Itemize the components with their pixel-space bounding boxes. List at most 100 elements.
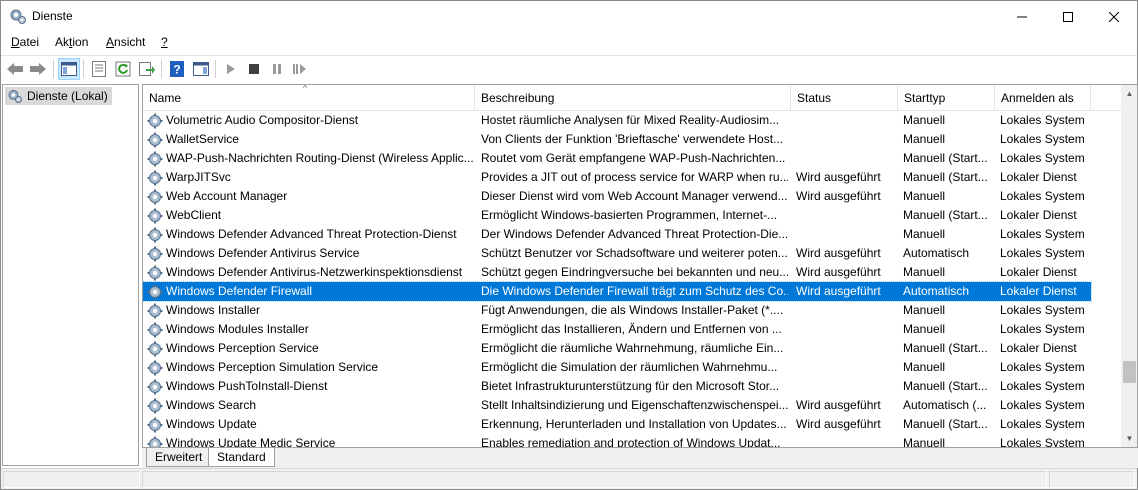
service-status <box>796 130 896 149</box>
export-list-button[interactable] <box>136 58 158 80</box>
service-status <box>796 206 896 225</box>
minimize-button[interactable] <box>999 1 1045 32</box>
service-description: Erkennung, Herunterladen und Installatio… <box>481 417 787 431</box>
service-name-cell: Windows Defender Antivirus-Netzwerkinspe… <box>147 263 477 282</box>
refresh-icon <box>115 61 131 77</box>
menu-file[interactable]: Datei <box>11 35 39 49</box>
service-row[interactable]: Windows Defender Antivirus-Netzwerkinspe… <box>143 263 1091 282</box>
column-header-name[interactable]: Name <box>143 85 475 111</box>
service-log-on-as: Lokales System <box>1000 322 1085 336</box>
service-row[interactable]: Windows Defender Antivirus Service Schütz… <box>143 244 1091 263</box>
service-name: Web Account Manager <box>166 189 288 203</box>
service-row[interactable]: Volumetric Audio Compositor-Dienst Hostet… <box>143 111 1091 130</box>
service-row[interactable]: Windows Defender Advanced Threat Protect… <box>143 225 1091 244</box>
pause-service-button[interactable] <box>266 58 288 80</box>
service-row[interactable]: Windows PushToInstall-Dienst Bietet Infra… <box>143 377 1091 396</box>
service-row[interactable]: WarpJITSvc Provides a JIT out of process … <box>143 168 1091 187</box>
service-log-on-as: Lokales System <box>1000 398 1085 412</box>
service-gear-icon <box>147 265 163 280</box>
service-log-on-as: Lokales System <box>1000 246 1085 260</box>
service-name: Windows Modules Installer <box>166 322 309 336</box>
restart-service-button[interactable] <box>289 58 311 80</box>
show-hide-console-tree-button[interactable] <box>58 58 80 80</box>
service-log-on-as: Lokales System <box>1000 360 1085 374</box>
service-row[interactable]: Windows Update Medic Service Enables reme… <box>143 434 1091 447</box>
tree-item-services-local[interactable]: Dienste (Lokal) <box>5 87 112 105</box>
column-header-startup-type[interactable]: Starttyp <box>898 85 995 111</box>
help-button[interactable]: ? <box>166 58 188 80</box>
service-row[interactable]: WebClient Ermöglicht Windows-basierten Pr… <box>143 206 1091 225</box>
service-startup-type: Automatisch (... <box>903 398 987 412</box>
scroll-down-icon[interactable]: ▼ <box>1121 430 1137 447</box>
close-button[interactable] <box>1091 1 1137 32</box>
back-button[interactable] <box>4 58 26 80</box>
service-row[interactable]: Windows Perception Simulation Service Erm… <box>143 358 1091 377</box>
service-status: Wird ausgeführt <box>796 265 881 279</box>
service-startup-type: Manuell (Start... <box>903 151 988 165</box>
service-row[interactable]: Windows Update Erkennung, Herunterladen u… <box>143 415 1091 434</box>
service-gear-icon <box>147 170 163 185</box>
tab-standard[interactable]: Standard <box>208 448 275 467</box>
service-description: Routet vom Gerät empfangene WAP-Push-Nac… <box>481 151 786 165</box>
menu-help[interactable]: ? <box>161 35 168 49</box>
service-name: Windows Perception Simulation Service <box>166 360 379 374</box>
service-log-on-as: Lokales System <box>1000 436 1085 447</box>
service-gear-icon <box>147 322 163 337</box>
column-header-status[interactable]: Status <box>791 85 898 111</box>
menu-action[interactable]: Aktion <box>55 35 88 49</box>
window-title: Dienste <box>32 9 73 23</box>
forward-button[interactable] <box>27 58 49 80</box>
stop-icon <box>249 64 259 74</box>
tab-extended[interactable]: Erweitert <box>146 448 212 467</box>
column-header-log-on-as[interactable]: Anmelden als <box>995 85 1091 111</box>
view-tabs: Erweitert Standard <box>142 448 1138 468</box>
service-name-cell: Volumetric Audio Compositor-Dienst <box>147 111 477 130</box>
stop-service-button[interactable] <box>243 58 265 80</box>
service-row[interactable]: Windows Search Stellt Inhaltsindizierung … <box>143 396 1091 415</box>
service-log-on-as: Lokales System <box>1000 303 1085 317</box>
service-description: Die Windows Defender Firewall trägt zum … <box>481 284 788 298</box>
service-gear-icon <box>147 113 163 128</box>
service-row[interactable]: Windows Modules Installer Ermöglicht das … <box>143 320 1091 339</box>
service-status <box>796 149 896 168</box>
properties-button[interactable] <box>88 58 110 80</box>
show-action-pane-button[interactable] <box>190 58 212 80</box>
menu-view[interactable]: Ansicht <box>106 35 145 49</box>
forward-arrow-icon <box>30 63 46 75</box>
service-name: WarpJITSvc <box>166 170 231 184</box>
service-startup-type: Automatisch <box>903 284 970 298</box>
properties-icon <box>92 61 106 77</box>
service-startup-type: Manuell (Start... <box>903 341 988 355</box>
scrollbar-thumb[interactable] <box>1123 361 1136 383</box>
service-row[interactable]: WAP-Push-Nachrichten Routing-Dienst (Wir… <box>143 149 1091 168</box>
service-status: Wird ausgeführt <box>796 189 881 203</box>
vertical-scrollbar[interactable]: ▲ ▼ <box>1121 85 1137 447</box>
service-startup-type: Manuell <box>903 265 946 279</box>
service-name-cell: Windows Update Medic Service <box>147 434 477 447</box>
refresh-button[interactable] <box>112 58 134 80</box>
scroll-up-icon[interactable]: ▲ <box>1121 85 1137 102</box>
action-pane-icon <box>193 62 209 76</box>
pause-icon <box>273 64 281 74</box>
service-log-on-as: Lokaler Dienst <box>1000 208 1077 222</box>
column-header-description[interactable]: Beschreibung <box>475 85 791 111</box>
start-service-button[interactable] <box>220 58 242 80</box>
service-row[interactable]: Windows Perception Service Ermöglicht die… <box>143 339 1091 358</box>
service-status <box>796 377 896 396</box>
service-gear-icon <box>147 132 163 147</box>
toolbar-separator <box>83 60 84 78</box>
service-status <box>796 111 896 130</box>
service-name-cell: Windows Defender Advanced Threat Protect… <box>147 225 477 244</box>
service-row[interactable]: Windows Defender Firewall Die Windows Def… <box>143 281 1092 302</box>
service-name: Windows Installer <box>166 303 261 317</box>
service-log-on-as: Lokales System <box>1000 227 1085 241</box>
service-status: Wird ausgeführt <box>796 417 881 431</box>
service-gear-icon <box>147 189 163 204</box>
maximize-button[interactable] <box>1045 1 1091 32</box>
service-row[interactable]: Windows Installer Fügt Anwendungen, die a… <box>143 301 1091 320</box>
service-name-cell: WalletService <box>147 130 477 149</box>
service-description: Hostet räumliche Analysen für Mixed Real… <box>481 113 780 127</box>
service-name-cell: WarpJITSvc <box>147 168 477 187</box>
service-row[interactable]: Web Account Manager Dieser Dienst wird vo… <box>143 187 1091 206</box>
service-row[interactable]: WalletService Von Clients der Funktion 'B… <box>143 130 1091 149</box>
